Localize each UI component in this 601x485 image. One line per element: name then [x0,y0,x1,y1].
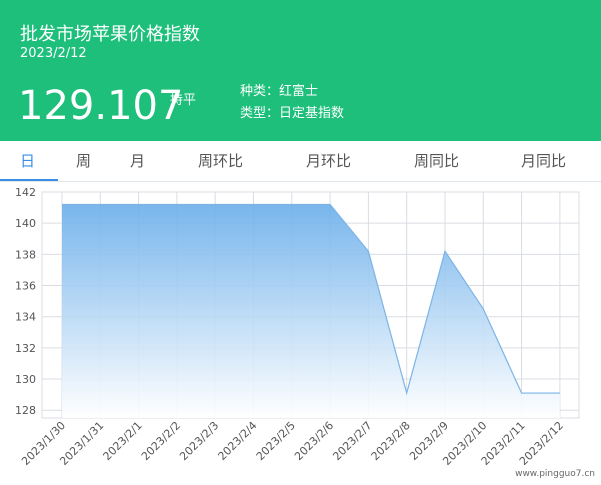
header: 批发市场苹果价格指数 2023/2/12 129.107 持平 种类：红富士 类… [0,0,601,141]
x-tick-label: 2023/2/3 [177,419,221,463]
trend-label: 持平 [170,93,197,108]
y-tick-label: 132 [15,342,36,355]
tab-day[interactable]: 日 [20,141,35,181]
tab-month[interactable]: 月 [130,141,145,181]
tab-week-yoy[interactable]: 周同比 [414,141,459,181]
tab-month-mom[interactable]: 月环比 [306,141,351,181]
y-tick-label: 142 [15,186,36,199]
tab-month-yoy[interactable]: 月同比 [521,141,566,181]
variety-label: 种类：红富士 [240,84,319,99]
watermark: www.pingguo7.cn [515,469,595,479]
price-chart: 1281301321341361381401422023/1/302023/1/… [15,186,580,468]
y-tick-label: 136 [15,280,36,293]
y-tick-label: 128 [15,404,36,417]
index-type-label: 类型：日定基指数 [240,106,345,121]
x-tick-label: 2023/2/4 [215,419,259,463]
area-fill [62,204,560,418]
price-value: 129.107 [18,83,184,129]
active-tab-indicator [0,179,58,181]
x-tick-label: 2023/2/5 [254,419,298,463]
date-label: 2023/2/12 [20,46,87,61]
tab-week-mom[interactable]: 周环比 [198,141,243,181]
tab-week[interactable]: 周 [76,141,91,181]
y-tick-label: 140 [15,217,36,230]
x-tick-label: 2023/2/6 [292,419,336,463]
x-tick-label: 2023/2/1 [101,419,145,463]
x-tick-label: 2023/2/7 [330,419,374,463]
tab-bar: 日 周 月 周环比 月环比 周同比 月同比 [0,141,601,182]
x-tick-label: 2023/2/8 [369,419,413,463]
y-tick-label: 134 [15,311,36,324]
y-tick-label: 138 [15,248,36,261]
x-tick-label: 2023/2/2 [139,419,183,463]
page-title: 批发市场苹果价格指数 [20,24,200,45]
y-tick-label: 130 [15,373,36,386]
